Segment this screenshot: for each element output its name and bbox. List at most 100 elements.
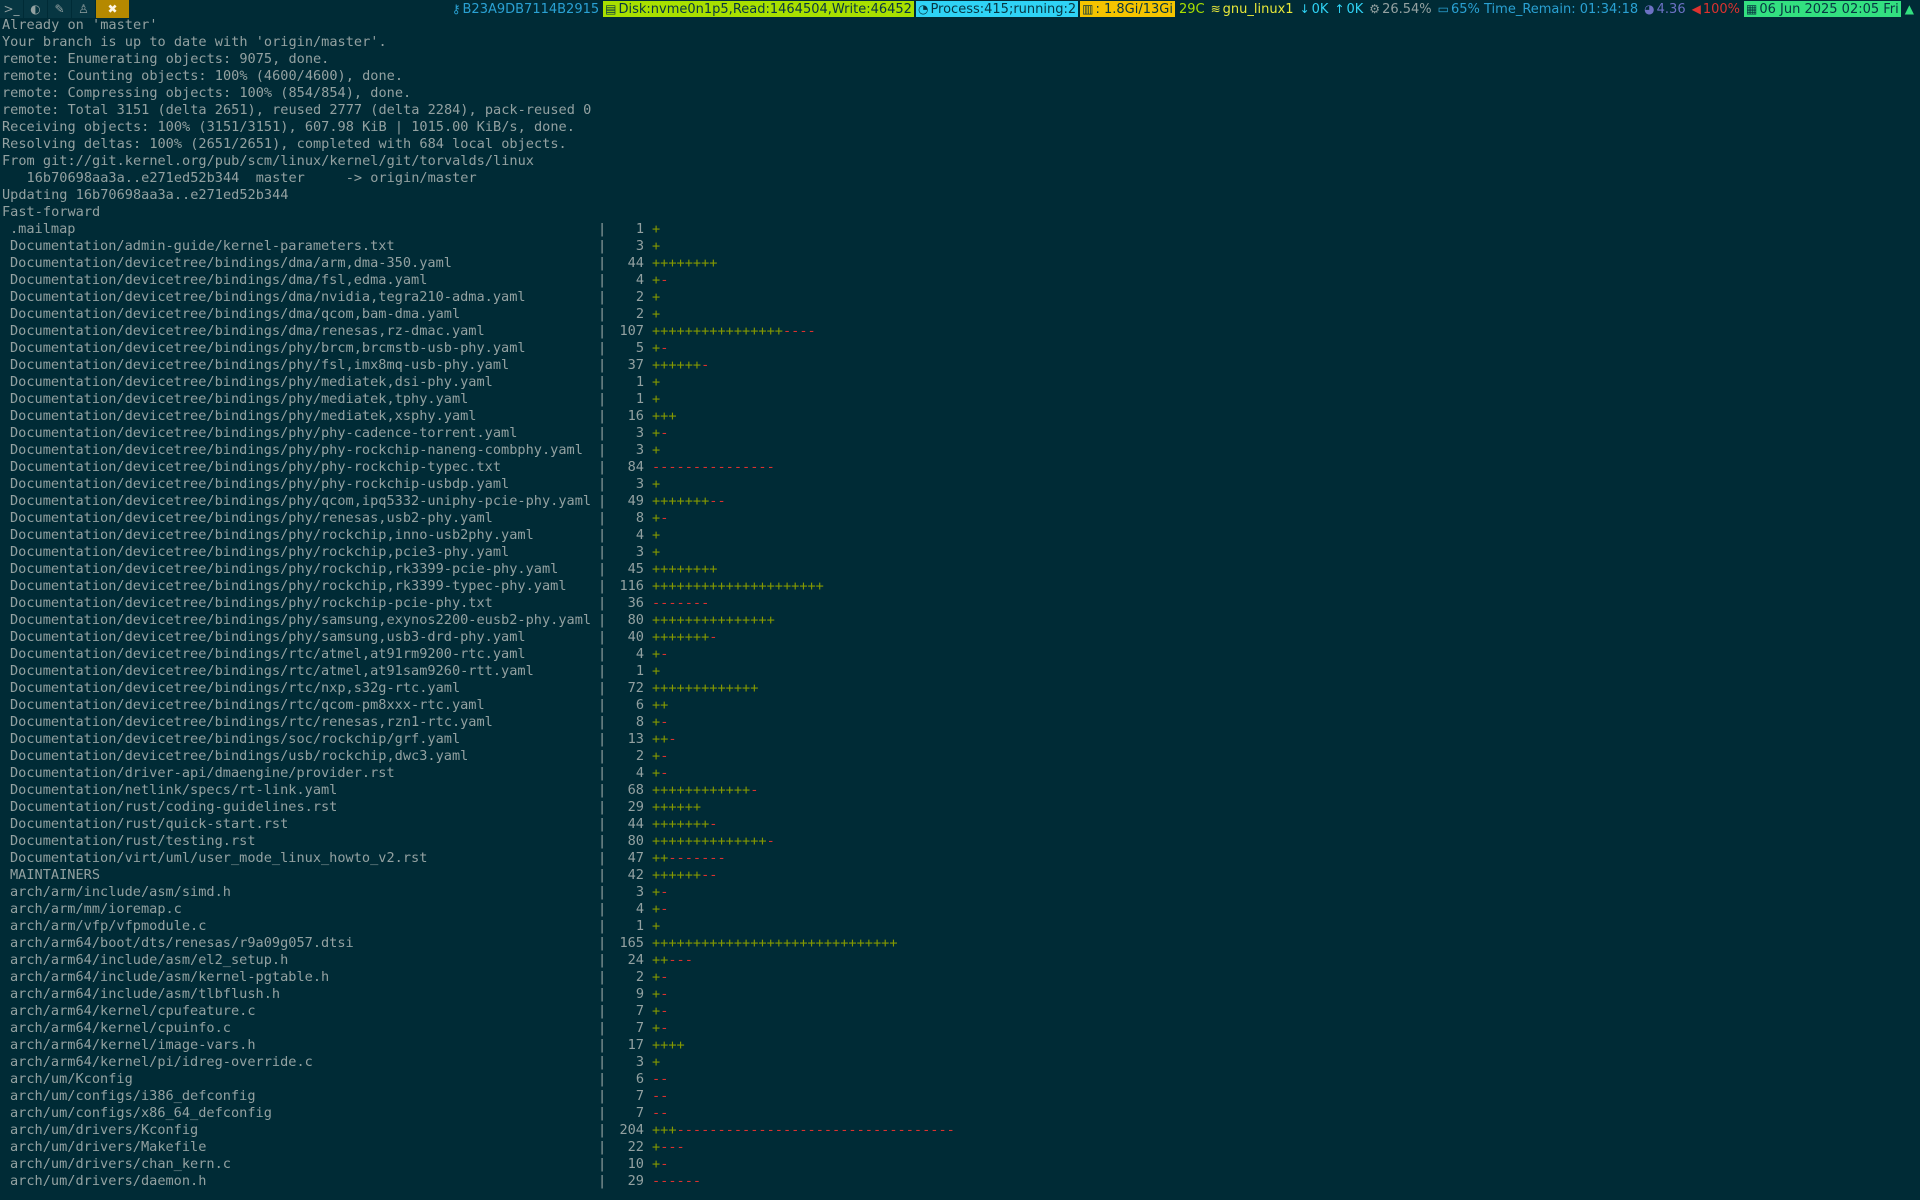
deletions-bar: -- bbox=[652, 1088, 669, 1104]
diffstat-row: Documentation/devicetree/bindings/rtc/re… bbox=[2, 714, 1918, 731]
change-count: 2 bbox=[635, 306, 644, 322]
upload-module[interactable]: ↑ 0K bbox=[1332, 1, 1365, 17]
change-count: 8 bbox=[635, 714, 644, 730]
change-bar: +- bbox=[644, 425, 668, 442]
change-count: 165 bbox=[619, 935, 644, 951]
insertions-bar: ++ bbox=[652, 850, 669, 866]
diffstat-row: Documentation/devicetree/bindings/rtc/nx… bbox=[2, 680, 1918, 697]
insertions-bar: + bbox=[652, 901, 661, 917]
insertions-bar: + bbox=[652, 374, 661, 390]
diffstat-row: arch/um/configs/x86_64_defconfig | 7 -- bbox=[2, 1105, 1918, 1122]
process-stats: Process:415;running:2 bbox=[930, 1, 1077, 17]
change-bar: + bbox=[644, 663, 660, 680]
deletions-bar: - bbox=[701, 357, 710, 373]
browser-workspace-button[interactable]: ◐ bbox=[24, 0, 48, 18]
linux-workspace-button[interactable]: ♙ bbox=[72, 0, 96, 18]
column-separator: | bbox=[598, 1037, 607, 1053]
insertions-bar: ++++ bbox=[652, 1037, 685, 1053]
diffstat-row: Documentation/netlink/specs/rt-link.yaml… bbox=[2, 782, 1918, 799]
insertions-bar: ++ bbox=[652, 731, 669, 747]
insertions-bar: + bbox=[652, 272, 661, 288]
cpu-module[interactable]: ⚙ 26.54% bbox=[1367, 1, 1433, 17]
temperature-module[interactable]: 29C bbox=[1177, 1, 1207, 17]
diffstat-row: arch/um/drivers/Kconfig | 204 +++----------… bbox=[2, 1122, 1918, 1139]
change-count: 10 bbox=[627, 1156, 644, 1172]
deletions-bar: -- bbox=[652, 1071, 669, 1087]
diffstat-row: Documentation/devicetree/bindings/phy/ro… bbox=[2, 527, 1918, 544]
file-path: arch/arm64/kernel/cpuinfo.c bbox=[10, 1020, 231, 1036]
change-bar: + bbox=[644, 238, 660, 255]
column-separator: | bbox=[598, 969, 607, 985]
network-name: gnu_linux1 bbox=[1222, 1, 1294, 17]
column-separator: | bbox=[598, 374, 607, 390]
deletions-bar: - bbox=[709, 816, 718, 832]
editor-workspace-button[interactable]: ✎ bbox=[48, 0, 72, 18]
diffstat-row: Documentation/devicetree/bindings/phy/ro… bbox=[2, 544, 1918, 561]
deletions-bar: - bbox=[660, 884, 669, 900]
change-bar: ++------- bbox=[644, 850, 726, 867]
column-separator: | bbox=[598, 731, 607, 747]
change-bar: -- bbox=[644, 1088, 668, 1105]
insertions-bar: + bbox=[652, 425, 661, 441]
load-average: 4.36 bbox=[1656, 1, 1686, 17]
change-count: 3 bbox=[635, 884, 644, 900]
diffstat-row: arch/arm64/include/asm/kernel-pgtable.h |… bbox=[2, 969, 1918, 986]
deletions-bar: - bbox=[660, 1020, 669, 1036]
column-separator: | bbox=[598, 306, 607, 322]
column-separator: | bbox=[598, 289, 607, 305]
process-module[interactable]: ◔ Process:415;running:2 bbox=[915, 1, 1079, 17]
diffstat-row: Documentation/admin-guide/kernel-paramet… bbox=[2, 238, 1918, 255]
column-separator: | bbox=[598, 323, 607, 339]
column-separator: | bbox=[598, 952, 607, 968]
change-bar: +- bbox=[644, 884, 668, 901]
cpu-usage: 26.54% bbox=[1382, 1, 1432, 17]
deletions-bar: ---------------------------------- bbox=[676, 1122, 955, 1138]
diffstat-row: Documentation/devicetree/bindings/dma/qc… bbox=[2, 306, 1918, 323]
diffstat-row: arch/arm64/include/asm/tlbflush.h | 9 +- bbox=[2, 986, 1918, 1003]
column-separator: | bbox=[598, 544, 607, 560]
deletions-bar: ---- bbox=[782, 323, 816, 339]
terminal-output[interactable]: Already on 'master' Your branch is up to … bbox=[2, 17, 1918, 1200]
diffstat-row: arch/um/drivers/chan_kern.c | 10 +- bbox=[2, 1156, 1918, 1173]
deletions-bar: - bbox=[660, 272, 669, 288]
key-icon: ⚷ bbox=[451, 2, 461, 16]
deletions-bar: - bbox=[660, 1156, 669, 1172]
diffstat-row: Documentation/devicetree/bindings/phy/ph… bbox=[2, 425, 1918, 442]
insertions-bar: + bbox=[652, 391, 661, 407]
diffstat-row: .mailmap | 1 + bbox=[2, 221, 1918, 238]
gpg-key-module[interactable]: ⚷ B23A9DB7114B2915 bbox=[450, 1, 601, 17]
datetime-module[interactable]: ▦ 06 Jun 2025 02:05 Fri bbox=[1744, 1, 1901, 17]
calendar-icon: ▦ bbox=[1746, 2, 1758, 16]
change-count: 47 bbox=[627, 850, 644, 866]
diffstat-row: Documentation/devicetree/bindings/phy/re… bbox=[2, 510, 1918, 527]
column-separator: | bbox=[598, 833, 607, 849]
change-count: 7 bbox=[635, 1003, 644, 1019]
memory-icon: ▥ bbox=[1082, 2, 1094, 16]
battery-module[interactable]: ▭ 65% Time_Remain: 01:34:18 bbox=[1436, 1, 1641, 17]
column-separator: | bbox=[598, 493, 607, 509]
insertions-bar: +++++++ bbox=[652, 629, 710, 645]
volume-module[interactable]: ◀ 100% bbox=[1690, 1, 1742, 17]
insertions-bar: + bbox=[652, 918, 661, 934]
load-module[interactable]: ◕ 4.36 bbox=[1642, 1, 1687, 17]
terminal-workspace-button[interactable]: >_ bbox=[0, 0, 24, 18]
change-bar: + bbox=[644, 918, 660, 935]
disk-module[interactable]: ▤ Disk:nvme0n1p5,Read:1464504,Write:4645… bbox=[603, 1, 914, 17]
file-path: Documentation/devicetree/bindings/dma/fs… bbox=[10, 272, 428, 288]
diffstat-row: arch/um/drivers/daemon.h | 29 ------ bbox=[2, 1173, 1918, 1190]
deletions-bar: -- bbox=[701, 867, 718, 883]
network-module[interactable]: ≋ gnu_linux1 bbox=[1209, 1, 1296, 17]
change-bar: + bbox=[644, 289, 660, 306]
change-bar: + bbox=[644, 306, 660, 323]
tray-module[interactable]: ▲ bbox=[1903, 1, 1918, 17]
file-path: Documentation/devicetree/bindings/dma/qc… bbox=[10, 306, 461, 322]
change-count: 44 bbox=[627, 255, 644, 271]
change-count: 29 bbox=[627, 1173, 644, 1189]
diffstat-row: Documentation/devicetree/bindings/phy/ro… bbox=[2, 595, 1918, 612]
tools-workspace-button[interactable]: ✖ bbox=[96, 0, 130, 18]
memory-module[interactable]: ▥ : 1.8Gi/13Gi bbox=[1080, 1, 1175, 17]
download-module[interactable]: ↓ 0K bbox=[1298, 1, 1331, 17]
change-count: 107 bbox=[619, 323, 644, 339]
deletions-bar: ------ bbox=[652, 1173, 702, 1189]
change-count: 116 bbox=[619, 578, 644, 594]
